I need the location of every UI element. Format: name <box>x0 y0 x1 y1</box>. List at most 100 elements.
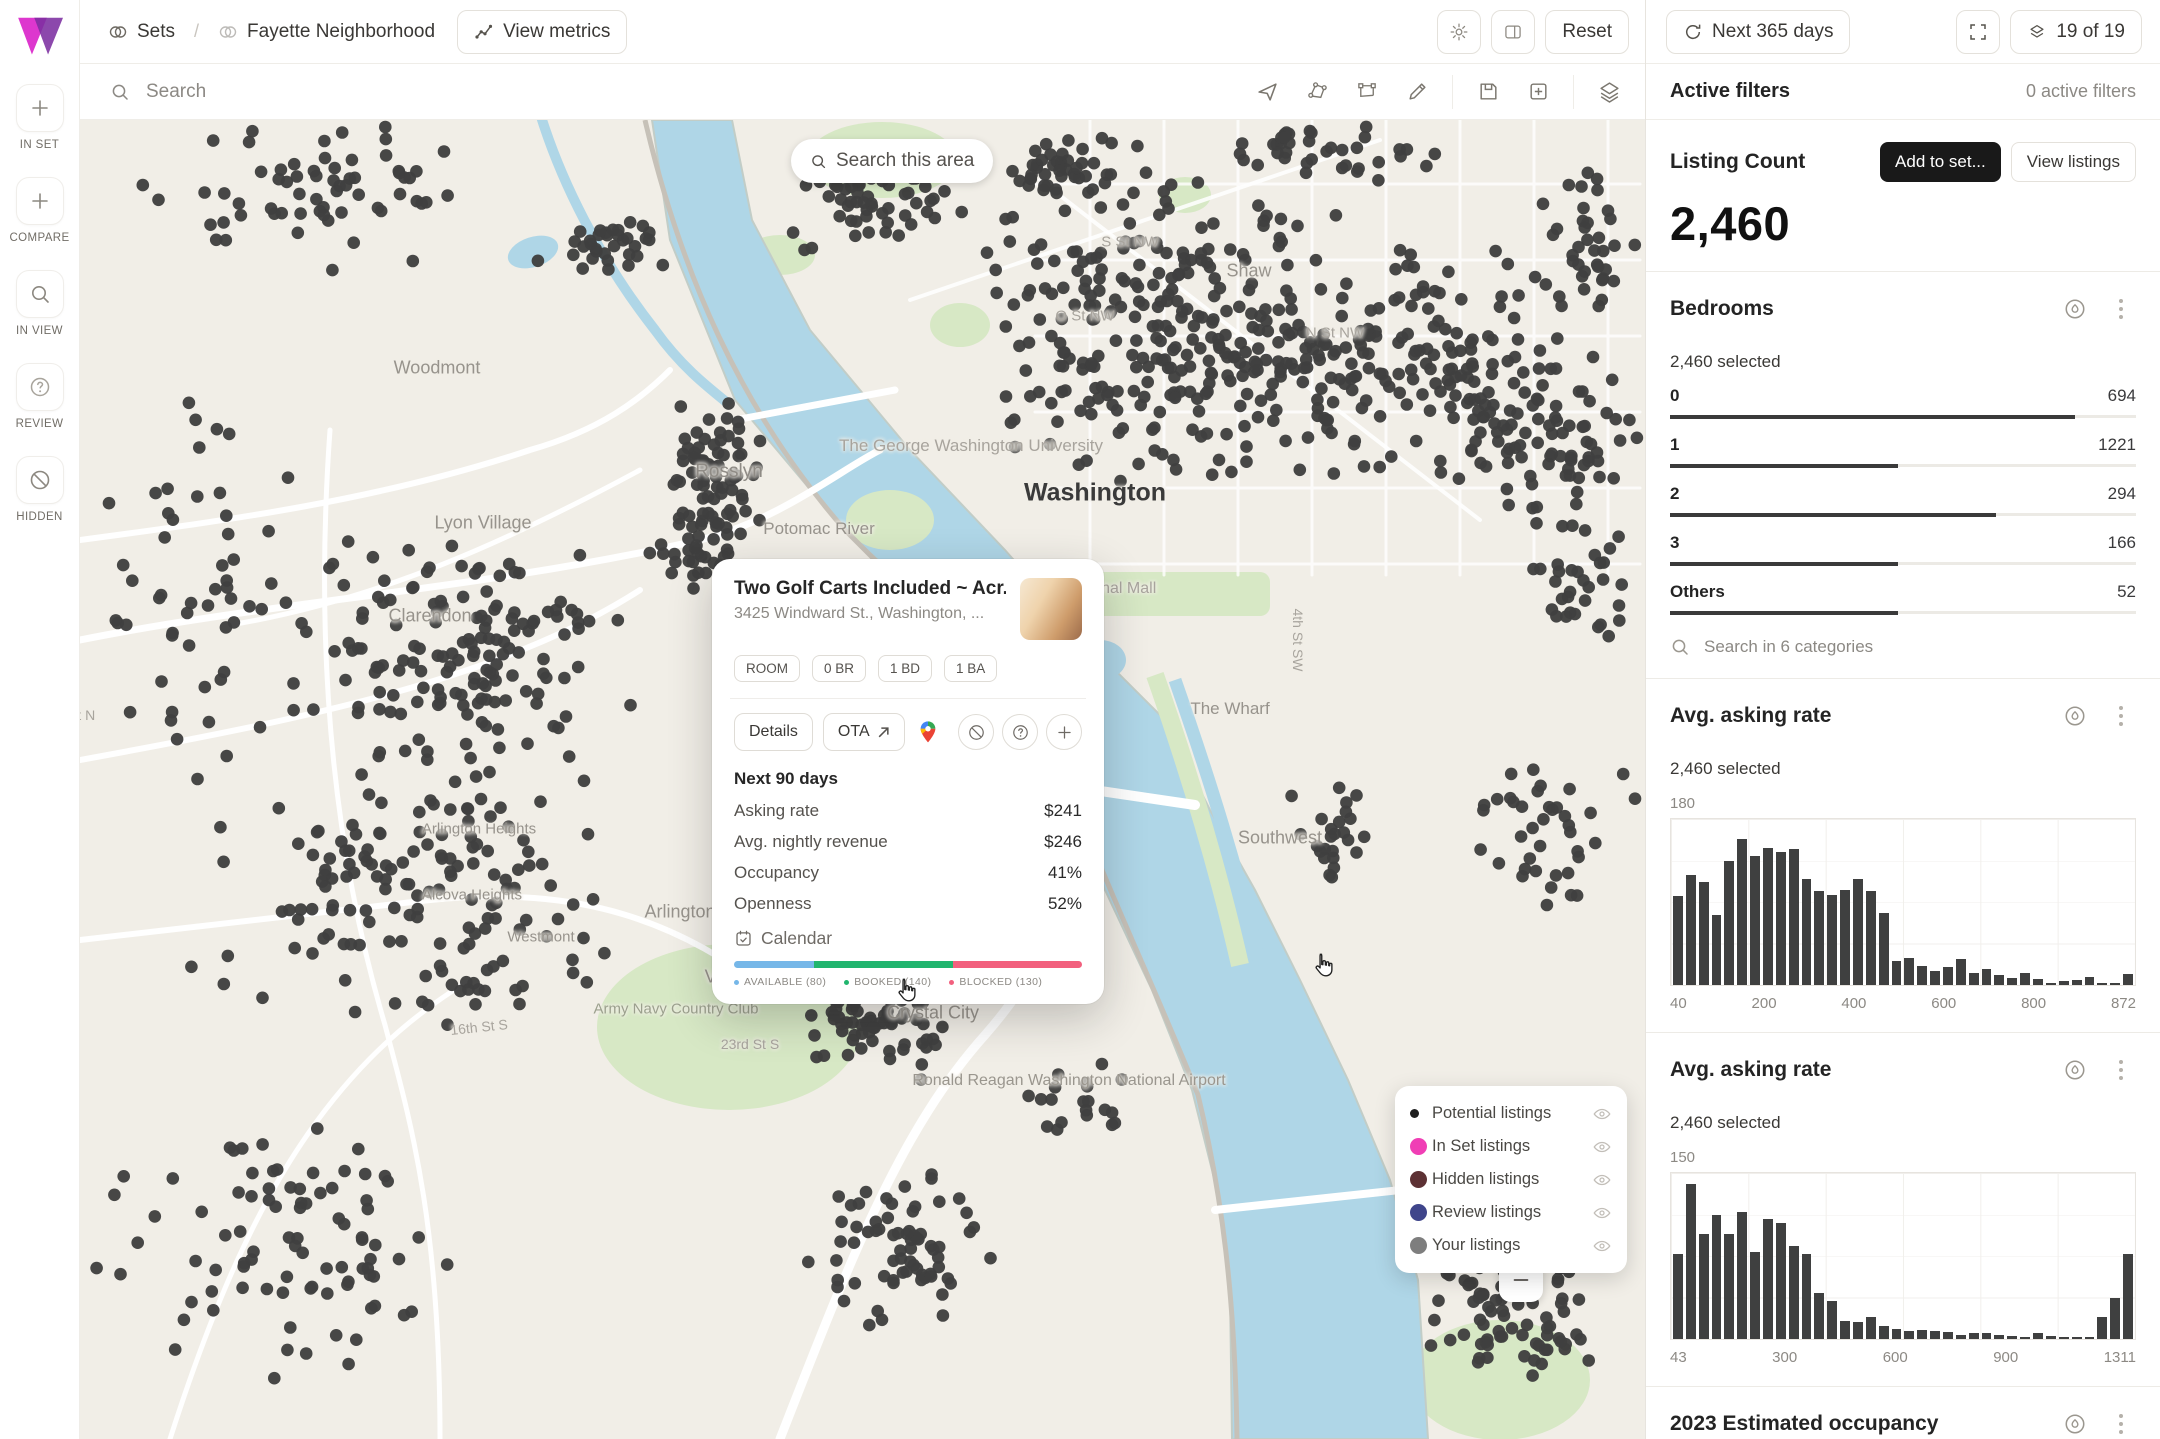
view-metrics-button[interactable]: View metrics <box>457 10 627 54</box>
polygon-select-button[interactable] <box>1345 70 1389 114</box>
google-maps-pin-icon[interactable] <box>915 719 941 745</box>
eye-icon[interactable] <box>1592 1170 1612 1190</box>
section-menu-button[interactable] <box>2106 1409 2136 1439</box>
sidebar-button-compare[interactable] <box>16 177 64 225</box>
ota-button[interactable]: OTA <box>823 713 905 751</box>
eye-icon[interactable] <box>1592 1137 1612 1157</box>
occupancy-section: 2023 Estimated occupancy <box>1646 1387 2160 1439</box>
histogram-bar <box>1789 849 1799 985</box>
add-button[interactable] <box>1516 70 1560 114</box>
sidebar-button-in-set[interactable] <box>16 84 64 132</box>
histogram-bar <box>1802 1254 1812 1339</box>
histogram-bar <box>2059 1337 2069 1339</box>
search-input[interactable] <box>144 80 1245 104</box>
kebab-icon <box>2118 1058 2124 1082</box>
focus-filter-button[interactable] <box>2060 1409 2090 1439</box>
focus-filter-button[interactable] <box>2060 294 2090 324</box>
divider <box>1452 75 1453 109</box>
histogram-bar <box>1763 848 1773 985</box>
bedrooms-section: Bedrooms 2,460 selected 0694112212294316… <box>1646 272 2160 679</box>
bedroom-filter-row[interactable]: 3166 <box>1670 533 2136 565</box>
asking-rate-histogram[interactable] <box>1670 818 2136 986</box>
add-to-set-button[interactable]: Add to set... <box>1880 142 2001 182</box>
focus-filter-button[interactable] <box>2060 1055 2090 1085</box>
panel-scroll[interactable]: Listing Count Add to set... View listing… <box>1646 120 2160 1439</box>
sets-icon <box>108 22 128 42</box>
review-listing-button[interactable] <box>1002 714 1038 750</box>
histogram-bar <box>2020 1337 2030 1339</box>
settings-button[interactable] <box>1437 10 1481 54</box>
section-menu-button[interactable] <box>2106 1055 2136 1085</box>
histogram-bar <box>1904 1331 1914 1339</box>
kebab-icon <box>2118 704 2124 728</box>
listing-count-value: 2,460 <box>1670 196 2136 251</box>
sidebar-button-in-view[interactable] <box>16 270 64 318</box>
histogram-bar <box>1686 875 1696 985</box>
save-button[interactable] <box>1466 70 1510 114</box>
hide-listing-button[interactable] <box>958 714 994 750</box>
section-menu-button[interactable] <box>2106 294 2136 324</box>
calendar-segment-blocked <box>953 961 1082 968</box>
calendar-link[interactable]: Calendar <box>734 928 1082 949</box>
split-panel-button[interactable] <box>1491 10 1535 54</box>
histogram-bar <box>2085 977 2095 985</box>
help-icon <box>28 375 52 399</box>
histogram-bar <box>2033 979 2043 985</box>
add-listing-button[interactable] <box>1046 714 1082 750</box>
category-search-input[interactable] <box>1702 636 2136 658</box>
bedroom-filter-row[interactable]: Others52 <box>1670 582 2136 614</box>
histogram-bar <box>1840 1321 1850 1339</box>
asking-rate-title: Avg. asking rate <box>1670 704 1831 728</box>
pages-button[interactable]: 19 of 19 <box>2010 10 2142 54</box>
divider <box>730 698 1086 699</box>
plus-icon <box>28 189 52 213</box>
stat-row: Occupancy41% <box>734 857 1082 888</box>
histogram-bar <box>1789 1246 1799 1339</box>
eye-icon[interactable] <box>1592 1104 1612 1124</box>
layers-button[interactable] <box>1587 70 1631 114</box>
asking-rate-histogram[interactable] <box>1670 1172 2136 1340</box>
search-this-area-button[interactable]: Search this area <box>791 139 993 183</box>
histogram-bar <box>1994 1335 2004 1339</box>
sidebar-button-hidden[interactable] <box>16 456 64 504</box>
histogram-bar <box>1943 1332 1953 1339</box>
view-listings-button[interactable]: View listings <box>2011 142 2136 182</box>
reset-button[interactable]: Reset <box>1545 10 1629 54</box>
map[interactable]: S St NWShawO St NWN St NWWoodmontThe Geo… <box>80 120 1645 1439</box>
listing-badge: 1 BA <box>944 655 997 682</box>
histogram-bar <box>1866 1317 1876 1339</box>
sidebar-button-review[interactable] <box>16 363 64 411</box>
eye-icon[interactable] <box>1592 1203 1612 1223</box>
eye-icon[interactable] <box>1592 1236 1612 1256</box>
histogram-bar <box>1827 895 1837 985</box>
occupancy-title: 2023 Estimated occupancy <box>1670 1412 1938 1436</box>
fullscreen-button[interactable] <box>1956 10 2000 54</box>
x-axis-label: 300 <box>1772 1349 1797 1366</box>
listing-thumbnail[interactable] <box>1020 578 1082 640</box>
pencil-icon <box>1406 80 1429 103</box>
histogram-bar <box>2007 978 2017 985</box>
draw-button[interactable] <box>1395 70 1439 114</box>
bedroom-filter-row[interactable]: 0694 <box>1670 386 2136 418</box>
search-icon <box>1670 637 1690 657</box>
breadcrumb-sets[interactable]: Sets <box>137 21 175 43</box>
histogram-bar <box>1814 1293 1824 1339</box>
histogram-bar <box>1904 958 1914 985</box>
pan-tool-button[interactable] <box>1245 70 1289 114</box>
section-menu-button[interactable] <box>2106 701 2136 731</box>
plus-square-icon <box>1527 80 1550 103</box>
bedroom-filter-row[interactable]: 2294 <box>1670 484 2136 516</box>
histogram-bar <box>1982 1333 1992 1339</box>
y-axis-max: 150 <box>1670 1149 2136 1166</box>
kebab-icon <box>2118 1412 2124 1436</box>
histogram-bar <box>1930 1331 1940 1339</box>
details-button[interactable]: Details <box>734 713 813 751</box>
histogram-bar <box>1943 967 1953 985</box>
top-bar: Sets / Fayette Neighborhood View metrics… <box>80 0 1645 64</box>
active-filters-count: 0 active filters <box>2026 81 2136 102</box>
focus-filter-button[interactable] <box>2060 701 2090 731</box>
breadcrumb-set-name[interactable]: Fayette Neighborhood <box>247 21 435 43</box>
lasso-select-button[interactable] <box>1295 70 1339 114</box>
date-range-button[interactable]: Next 365 days <box>1666 10 1850 54</box>
bedroom-filter-row[interactable]: 11221 <box>1670 435 2136 467</box>
